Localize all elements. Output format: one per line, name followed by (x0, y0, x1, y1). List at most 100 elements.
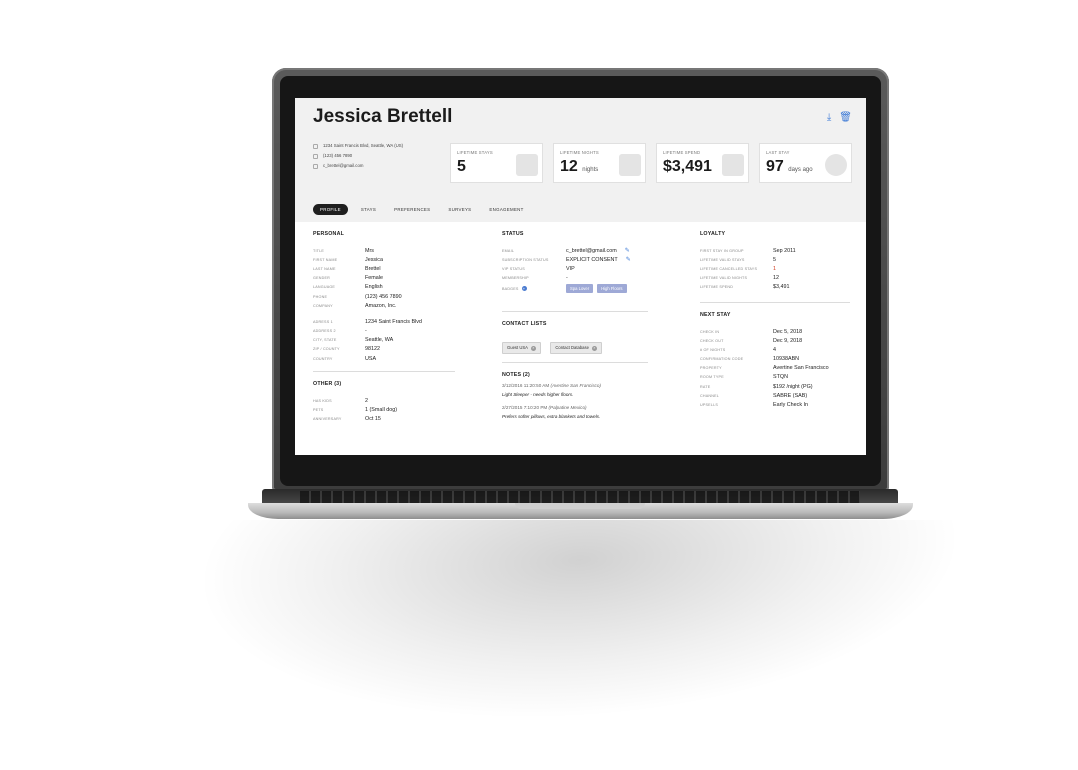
wallet-icon (722, 154, 744, 176)
field-row: ADRESS 1 1234 Saint Francis Blvd (313, 318, 422, 325)
profile-tabs: PROFILE STAYS PREFERENCES SURVEYS ENGAGE… (313, 204, 529, 215)
edit-icon[interactable]: ✎ (625, 247, 630, 254)
tab-engagement[interactable]: ENGAGEMENT (484, 204, 528, 215)
guest-name: Jessica Brettell (313, 106, 453, 127)
field-row: VIP STATUS VIP (502, 265, 575, 272)
field-row: EMAIL c_brettel@gmail.com ✎ (502, 247, 630, 255)
clock-icon (825, 154, 847, 176)
field-row: HAS KIDS 2 (313, 397, 368, 404)
field-row: ANNIVERSARY Oct 15 (313, 416, 381, 423)
stat-value: $3,491 (663, 158, 712, 175)
field-row: TITLE Mrs (313, 247, 374, 254)
section-title-status: STATUS (502, 231, 524, 237)
field-row: COMPANY Amazon, Inc. (313, 302, 397, 309)
stat-card-lifetime-spend: LIFETIME SPEND $3,491 (656, 143, 749, 183)
stat-card-lifetime-stays: LIFETIME STAYS 5 (450, 143, 543, 183)
field-row: COUNTRY USA (313, 355, 377, 362)
contact-info: 1234 Saint Francis Blvd, Seattle, WA (US… (313, 141, 403, 171)
field-row: BADGES + Spa Lover High Floors (502, 283, 648, 295)
field-row: UPSELLS Early Check In (700, 402, 809, 409)
stat-label: LAST STAY (766, 150, 790, 155)
stat-value: 12 nights (560, 158, 599, 175)
stat-label: LIFETIME STAYS (457, 150, 493, 155)
divider (502, 310, 648, 312)
contact-address: 1234 Saint Francis Blvd, Seattle, WA (US… (323, 143, 404, 148)
contact-list-chips: Guest USA × Contact Database × (502, 336, 648, 354)
email-icon (313, 163, 318, 169)
edit-icon[interactable]: ✎ (626, 256, 631, 263)
divider (502, 361, 648, 363)
header-actions: ⤓ 🗑 (827, 112, 852, 123)
tab-stays[interactable]: STAYS (356, 204, 381, 215)
field-row: PROPERTY Avertine San Francisco (700, 365, 829, 372)
laptop-notch (515, 503, 645, 509)
field-row: FIRST STAY IN GROUP Sep 2011 (700, 247, 796, 254)
divider (313, 371, 455, 373)
field-row: SUBSCRIPTION STATUS EXPLICIT CONSENT ✎ (502, 256, 631, 264)
divider (700, 301, 850, 303)
field-row: PETS 1 (Small dog) (313, 407, 398, 414)
field-row: CHECK IN Dec 5, 2018 (700, 328, 803, 335)
field-row: RATE $192 /night (PG) (700, 383, 813, 390)
stat-label: LIFETIME SPEND (663, 150, 701, 155)
download-icon[interactable]: ⤓ (827, 112, 831, 123)
field-row: ADDRESS 2- (313, 328, 367, 335)
calendar-icon (516, 154, 538, 176)
remove-icon: × (530, 345, 536, 351)
field-row: ZIP / COUNTY 98122 (313, 346, 380, 353)
section-title-personal: PERSONAL (313, 231, 345, 237)
contact-email[interactable]: c_brettel@gmail.com (323, 161, 363, 171)
note-text: Light Sleeper - needs higher floors. (502, 391, 574, 397)
section-title-loyalty: LOYALTY (700, 231, 726, 237)
profile-header: Jessica Brettell ⤓ 🗑 1234 Saint Francis … (295, 98, 866, 222)
field-row: LIFETIME VALID NIGHTS 12 (700, 275, 779, 282)
stat-cards: LIFETIME STAYS 5 LIFETIME NIGHTS 12 nigh… (450, 143, 852, 183)
stat-label: LIFETIME NIGHTS (560, 150, 599, 155)
badge-spa-lover[interactable]: Spa Lover (566, 284, 594, 294)
loyalty-column: LOYALTY FIRST STAY IN GROUP Sep 2011 LIFE… (700, 231, 850, 410)
field-row: MEMBERSHIP - (502, 275, 568, 282)
laptop-shadow (147, 520, 973, 720)
field-row: FIRST NAME Jessica (313, 256, 383, 263)
note-timestamp: 2/27/2015 7:10:20 PM (Palpatine Mexico) (502, 404, 587, 410)
stat-card-last-stay: LAST STAY 97 days ago (759, 143, 852, 183)
badge-high-floors[interactable]: High Floors (597, 284, 627, 294)
note-text: Prefers softer pillows, extra blankets a… (502, 413, 601, 419)
field-row: CHANNEL SABRE (SAB) (700, 392, 808, 399)
field-row: CHECK OUT Dec 9, 2018 (700, 337, 803, 344)
section-title-notes: NOTES (2) (502, 371, 530, 378)
status-column: STATUS EMAIL c_brettel@gmail.com ✎ SUBSCRI… (502, 231, 648, 427)
field-row: CITY, STATE Seattle, WA (313, 337, 394, 344)
contact-phone: (123) 456 7890 (323, 153, 353, 158)
section-title-other: OTHER (3) (313, 381, 342, 388)
stat-value: 5 (457, 158, 466, 175)
trash-icon[interactable]: 🗑 (839, 112, 852, 123)
tab-profile[interactable]: PROFILE (313, 204, 348, 215)
field-row: LIFETIME CANCELLED STAYS 1 (700, 265, 776, 272)
stat-value: 97 days ago (766, 158, 813, 175)
stat-card-lifetime-nights: LIFETIME NIGHTS 12 nights (553, 143, 646, 183)
bed-icon (619, 154, 641, 176)
keyboard (300, 491, 860, 503)
note-timestamp: 3/12/2016 11:20:50 AM (Avertine San Fran… (502, 382, 601, 388)
contact-list-chip[interactable]: Contact Database × (550, 341, 602, 354)
field-row: LAST NAME Brettel (313, 265, 381, 272)
field-row: CONFIRMATION CODE 10938ABN (700, 356, 800, 363)
location-icon (313, 143, 318, 149)
phone-icon (313, 153, 318, 159)
field-row: PHONE (123) 456 7890 (313, 293, 402, 300)
add-badge-icon[interactable]: + (521, 286, 527, 292)
personal-column: PERSONAL TITLE Mrs FIRST NAME Jessica LAST… (313, 231, 455, 424)
field-row: LANGUAGE English (313, 284, 383, 291)
app-screen: Jessica Brettell ⤓ 🗑 1234 Saint Francis … (295, 98, 866, 455)
field-row: LIFETIME VALID STAYS 5 (700, 256, 776, 263)
tab-preferences[interactable]: PREFERENCES (389, 204, 435, 215)
field-row: LIFETIME SPEND $3,491 (700, 284, 790, 291)
section-title-next-stay: NEXT STAY (700, 311, 731, 318)
tab-surveys[interactable]: SURVEYS (443, 204, 476, 215)
field-row: GENDER Female (313, 275, 383, 282)
section-title-contact-lists: CONTACT LISTS (502, 320, 547, 327)
field-row: # OF NIGHTS 4 (700, 346, 776, 353)
contact-list-chip[interactable]: Guest USA × (502, 341, 541, 354)
field-row: ROOM TYPE STQN (700, 374, 788, 381)
